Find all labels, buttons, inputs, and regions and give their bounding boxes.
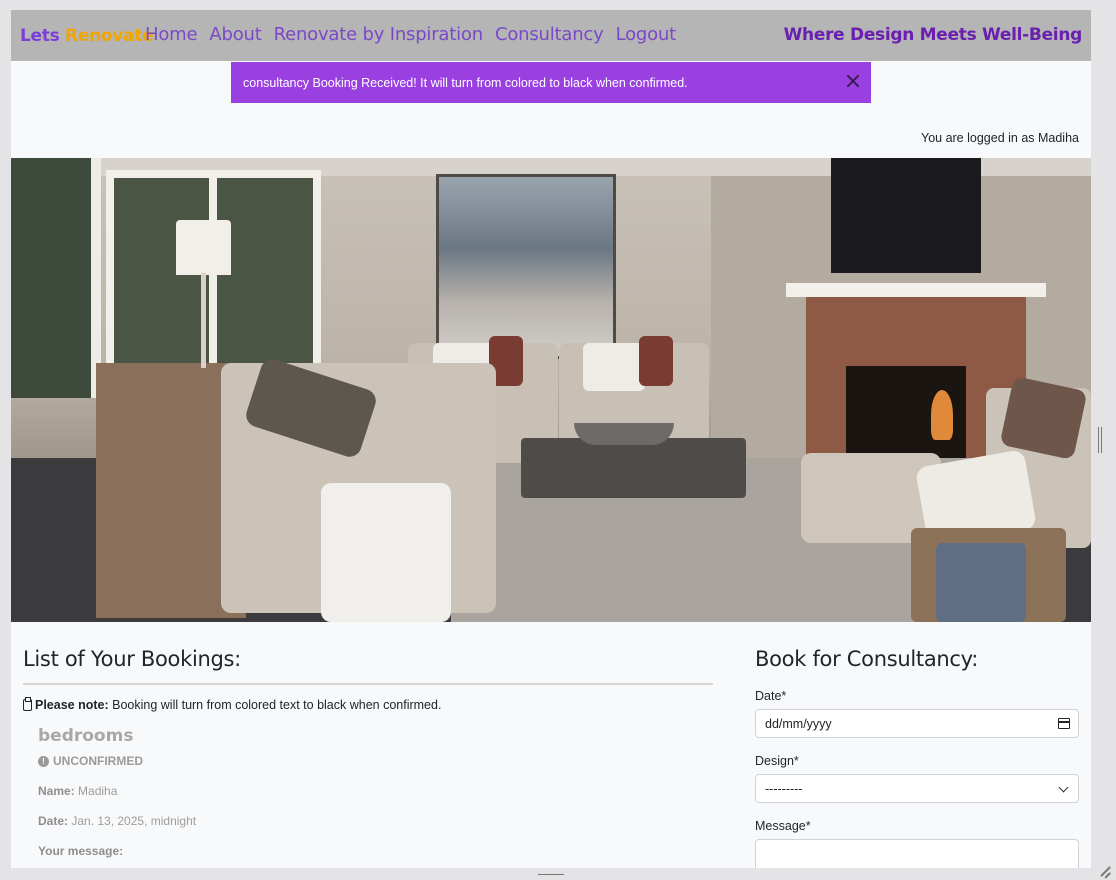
booking-message-row: Your message: [38,844,713,858]
clipboard-icon [23,697,32,711]
message-textarea[interactable] [755,839,1079,868]
date-field-label: Date* [755,689,787,703]
horizontal-resize-handle[interactable] [538,874,564,877]
nav-home-link[interactable]: Home [145,24,198,45]
page-frame: Lets Renovate Home About Renovate by Ins… [11,10,1091,868]
booking-name: Madiha [74,784,118,798]
booking-item: bedrooms ! UNCONFIRMED Name: Madiha Date… [38,726,713,858]
chevron-down-icon [1058,782,1069,793]
nav-about-link[interactable]: About [209,24,261,45]
booking-type: bedrooms [38,726,134,746]
form-title: Book for Consultancy: [755,647,979,671]
brand-part-1: Lets [20,26,60,46]
nav-renovate-by-inspiration-link[interactable]: Renovate by Inspiration [274,24,484,45]
bookings-title: List of Your Bookings: [23,647,713,685]
logged-in-status: You are logged in as Madiha [921,131,1079,145]
design-select[interactable]: --------- [755,774,1079,803]
calendar-icon[interactable] [1058,718,1070,729]
note-label: Please note: [35,698,109,712]
consultancy-form: Book for Consultancy: Date* dd/mm/yyyy D… [755,622,1079,868]
date-input[interactable]: dd/mm/yyyy [755,709,1079,738]
nav-consultancy-link[interactable]: Consultancy [495,24,604,45]
booking-date-row: Date: Jan. 13, 2025, midnight [38,814,713,828]
hero-image [11,158,1091,622]
booking-note: Please note: Booking will turn from colo… [23,697,713,712]
alert-message: consultancy Booking Received! It will tu… [243,75,688,90]
note-text: Booking will turn from colored text to b… [108,698,442,712]
design-field-label: Design* [755,754,799,768]
date-placeholder: dd/mm/yyyy [765,716,832,731]
name-label: Name: [38,784,75,798]
info-icon: ! [38,755,49,767]
brand-logo[interactable]: Lets Renovate [20,26,154,46]
vertical-resize-handle[interactable] [1098,427,1102,453]
message-label: Your message: [38,844,124,858]
design-selected-value: --------- [765,781,803,796]
status-text: UNCONFIRMED [53,754,143,768]
close-icon[interactable] [845,73,861,89]
nav-logout-link[interactable]: Logout [616,24,677,45]
booking-date: Jan. 13, 2025, midnight [68,814,197,828]
success-alert: consultancy Booking Received! It will tu… [231,62,871,103]
tagline: Where Design Meets Well-Being [783,25,1083,45]
message-field-label: Message* [755,819,811,833]
navbar: Lets Renovate Home About Renovate by Ins… [11,10,1091,61]
brand-part-2: Renovate [65,26,154,46]
status-badge: ! UNCONFIRMED [38,754,713,768]
resize-corner-icon[interactable] [1098,866,1110,878]
nav-menu: Home About Renovate by Inspiration Consu… [145,24,688,45]
bookings-section: List of Your Bookings: Please note: Book… [23,622,713,858]
booking-name-row: Name: Madiha [38,784,713,798]
date-label: Date: [38,814,69,828]
